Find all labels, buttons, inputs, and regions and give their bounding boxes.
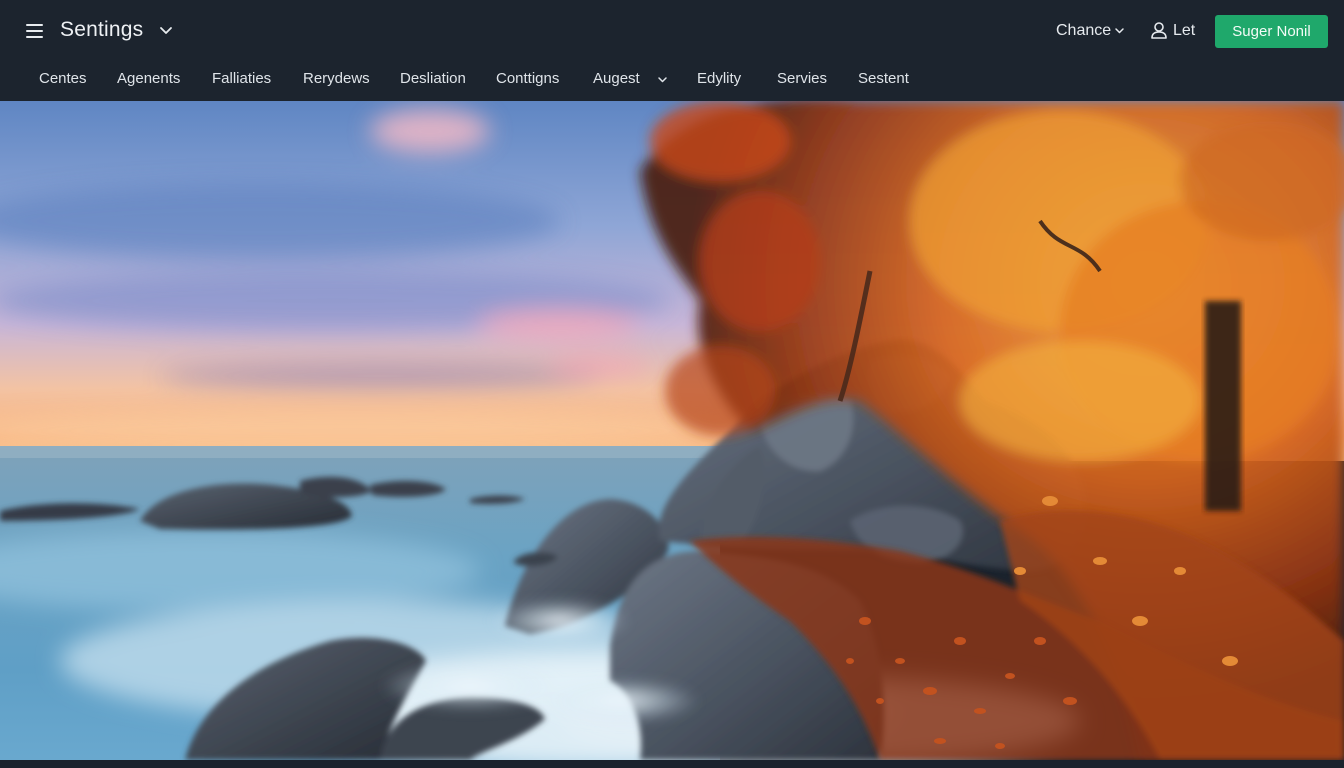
chevron-down-icon[interactable] [1114,27,1125,35]
hero-image [0,101,1344,760]
nav-item-sestent[interactable]: Sestent [858,70,909,87]
nav-item-centes[interactable]: Centes [39,70,87,87]
page-title: Sentings [60,18,144,41]
user-menu-label[interactable]: Let [1173,22,1195,40]
chevron-down-icon[interactable] [657,76,668,84]
user-icon[interactable] [1150,21,1168,40]
nav-item-conttigns[interactable]: Conttigns [496,70,559,87]
main-navigation: Centes Agenents Falliaties Rerydews Desl… [0,62,1344,101]
nav-item-desliation[interactable]: Desliation [400,70,466,87]
nav-item-servies[interactable]: Servies [777,70,827,87]
hamburger-menu-icon[interactable] [24,22,46,40]
bottom-edge [0,760,1344,768]
header-primary-row: Sentings Chance Let Suger Nonil [0,0,1344,62]
nav-item-falliaties[interactable]: Falliaties [212,70,271,87]
top-header: Sentings Chance Let Suger Nonil Centes A… [0,0,1344,101]
nav-item-rerydews[interactable]: Rerydews [303,70,370,87]
nav-item-agenents[interactable]: Agenents [117,70,180,87]
primary-cta-button[interactable]: Suger Nonil [1215,15,1328,48]
chance-dropdown[interactable]: Chance [1056,22,1111,40]
hero-landscape-illustration [0,101,1344,760]
nav-item-augest[interactable]: Augest [593,70,640,87]
chevron-down-icon[interactable] [158,24,174,38]
nav-item-edylity[interactable]: Edylity [697,70,741,87]
